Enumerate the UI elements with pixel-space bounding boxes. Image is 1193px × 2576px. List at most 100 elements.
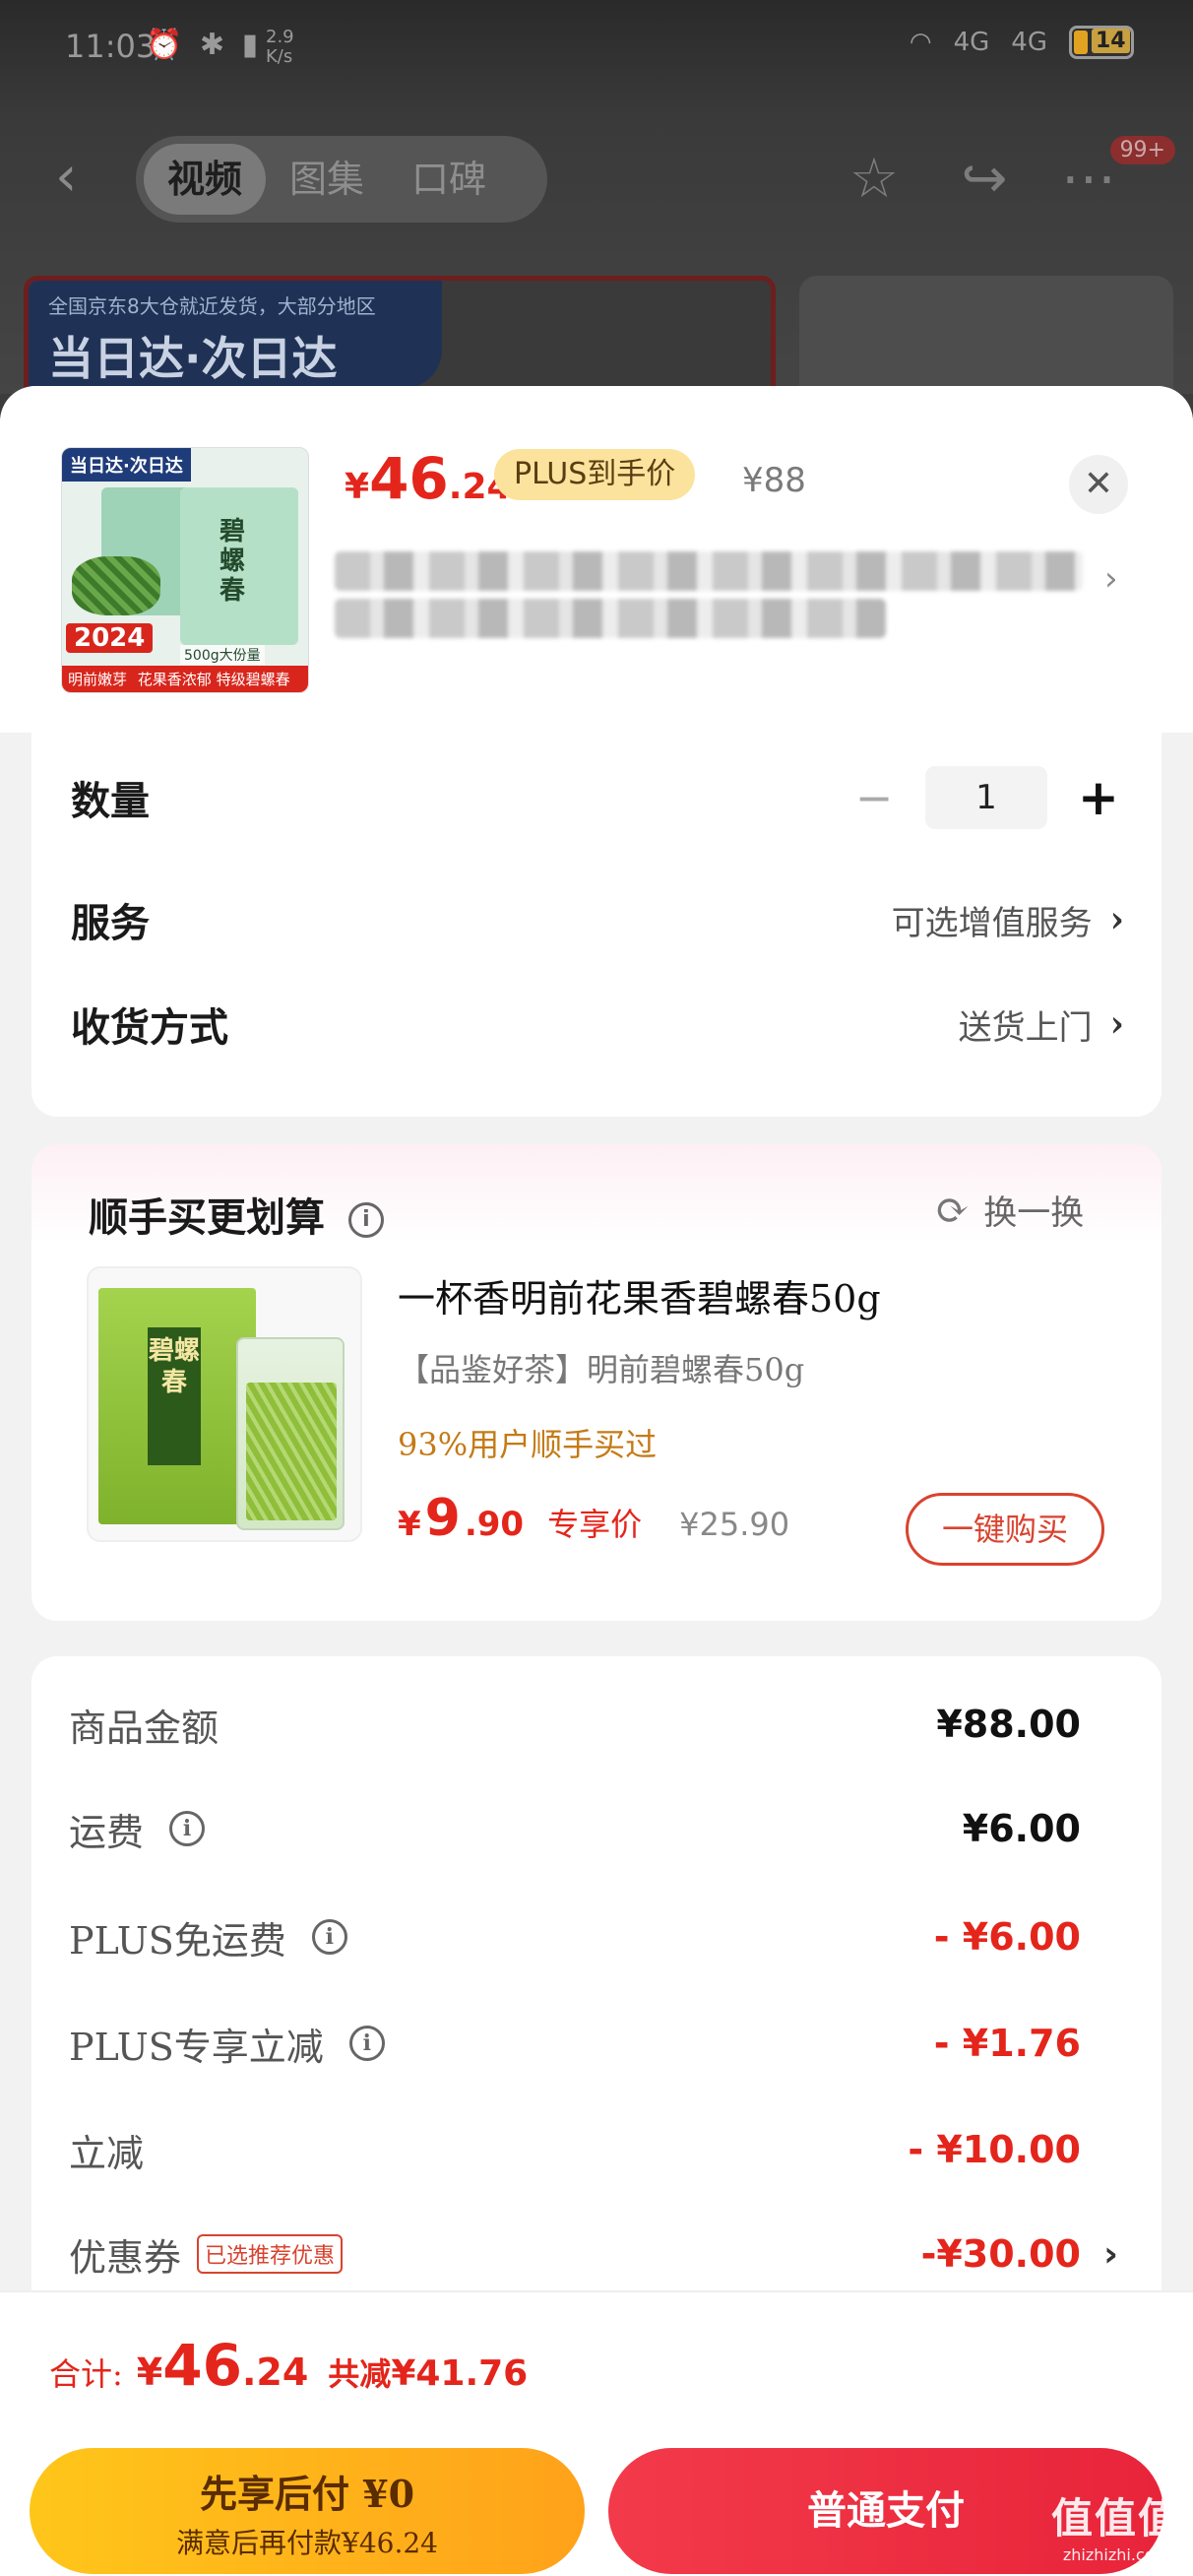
- status-time: 11:03: [65, 28, 157, 65]
- quantity-label: 数量: [71, 778, 150, 824]
- pay-later-main: 先享后付 ¥0: [199, 2472, 415, 2516]
- info-icon[interactable]: i: [311, 1919, 347, 1955]
- cost-label: 运费 i: [69, 1802, 206, 1856]
- cost-breakdown: 商品金额 ¥88.00 运费 i ¥6.00 PLUS免运费 i - ¥6.00 P…: [31, 1656, 1162, 2346]
- delivery-row[interactable]: 收货方式 送货上门 ›: [71, 985, 1124, 1063]
- cost-label: 商品金额: [69, 1706, 220, 1750]
- promo-main: 当日达·次日达: [48, 332, 338, 385]
- purchase-sheet: 当日达·次日达 碧螺春 500g大份量 2024 明前嫩芽 花果香浓郁 特级碧螺…: [0, 386, 1193, 2576]
- wifi-icon: ◠: [909, 28, 932, 57]
- cost-row: PLUS专享立减 i - ¥1.76: [69, 2009, 1122, 2078]
- site-watermark: 值值值 zhizhizhi.com: [1051, 2485, 1181, 2564]
- tea-box-label: 碧螺春: [148, 1327, 201, 1465]
- net-speed: 2.9 K/s: [266, 27, 294, 67]
- quantity-row: 数量 − 1 +: [71, 758, 1124, 837]
- message-badge: 99+: [1109, 136, 1175, 164]
- cost-label: 优惠券 已选推荐优惠: [69, 2227, 344, 2282]
- cost-value: ¥6.00: [962, 1807, 1081, 1850]
- watermark-main: 值值值: [1050, 2494, 1181, 2543]
- refresh-icon: ⟳: [935, 1186, 971, 1234]
- total-label: 合计:: [49, 2355, 123, 2393]
- info-icon[interactable]: i: [347, 1202, 384, 1238]
- cost-row: 立减 - ¥10.00: [69, 2115, 1122, 2184]
- promo-banner: 全国京东8大仓就近发货，大部分地区 当日达·次日达: [24, 276, 776, 404]
- pay-later-sub: 满意后再付款¥46.24: [176, 2527, 438, 2559]
- service-row[interactable]: 服务 可选增值服务 ›: [71, 880, 1124, 959]
- total-currency: ¥: [136, 2351, 163, 2394]
- bundle-price-currency: ¥: [398, 1505, 421, 1544]
- blurred-product-title: [335, 544, 1122, 662]
- product-header: 当日达·次日达 碧螺春 500g大份量 2024 明前嫩芽 花果香浓郁 特级碧螺…: [0, 386, 1193, 733]
- bundle-price-decimal: .90: [464, 1505, 525, 1544]
- tea-box-image: 碧螺春: [98, 1288, 256, 1524]
- media-tabs: 视频 图集 口碑: [136, 136, 547, 223]
- thumb-bottom: 明前嫩芽 花果香浓郁 特级碧螺春: [62, 666, 308, 692]
- savings-amount: ¥41.76: [391, 2353, 529, 2394]
- bundle-product-desc: 【品鉴好茶】明前碧螺春50g: [398, 1351, 805, 1388]
- cost-label: 立减: [69, 2131, 145, 2175]
- close-button[interactable]: ✕: [1069, 455, 1128, 514]
- tab-reviews[interactable]: 口碑: [388, 144, 510, 215]
- star-icon[interactable]: ☆: [843, 148, 906, 211]
- bundle-price: ¥ 9 .90 专享价 ¥25.90: [398, 1489, 789, 1548]
- service-value-wrap: 可选增值服务 ›: [892, 896, 1124, 944]
- coupon-tag: 已选推荐优惠: [197, 2234, 344, 2274]
- watermark-sub: zhizhizhi.com: [1062, 2545, 1170, 2564]
- plus-button[interactable]: +: [1073, 769, 1124, 826]
- cost-row: PLUS免运费 i - ¥6.00: [69, 1902, 1122, 1971]
- service-label: 服务: [71, 900, 150, 946]
- bundle-product-image[interactable]: 碧螺春: [87, 1266, 362, 1542]
- tea-leaves-image: [72, 556, 160, 615]
- minus-button[interactable]: −: [848, 771, 900, 824]
- total-integer: 46: [162, 2332, 242, 2399]
- bundle-price-integer: 9: [424, 1489, 461, 1548]
- tab-gallery[interactable]: 图集: [266, 144, 388, 215]
- quantity-stepper: − 1 +: [848, 766, 1124, 829]
- cost-row: 商品金额 ¥88.00: [69, 1690, 1122, 1759]
- info-icon[interactable]: i: [169, 1811, 206, 1846]
- tab-video[interactable]: 视频: [144, 144, 267, 215]
- chevron-right-icon[interactable]: ›: [1103, 2234, 1118, 2275]
- price-integer: 46: [369, 445, 449, 512]
- cost-value: ¥88.00: [936, 1703, 1081, 1746]
- coupon-row[interactable]: 优惠券 已选推荐优惠 -¥30.00 ›: [69, 2220, 1122, 2288]
- total-bar: 合计: ¥ 46 .24 共减 ¥41.76: [0, 2290, 1193, 2428]
- product-thumbnail[interactable]: 当日达·次日达 碧螺春 500g大份量 2024 明前嫩芽 花果香浓郁 特级碧螺…: [61, 447, 309, 693]
- share-icon[interactable]: ↪: [953, 148, 1016, 211]
- quantity-input[interactable]: 1: [925, 766, 1047, 829]
- bundle-title: 顺手买更划算: [89, 1195, 325, 1241]
- promo-sub: 全国京东8大仓就近发货，大部分地区: [48, 294, 376, 318]
- back-icon[interactable]: ‹: [55, 150, 94, 205]
- pay-later-button[interactable]: 先享后付 ¥0 满意后再付款¥46.24: [30, 2448, 585, 2574]
- plus-price-tag: PLUS到手价: [494, 449, 696, 500]
- savings-label: 共减: [328, 2355, 392, 2393]
- cost-value: - ¥6.00: [933, 1915, 1081, 1959]
- cost-label: PLUS免运费 i: [69, 1910, 347, 1964]
- chevron-right-icon: ›: [1109, 1003, 1124, 1045]
- original-price: ¥88: [742, 461, 806, 500]
- status-icons: ⏰ ✱ ▮: [146, 28, 263, 62]
- info-icon[interactable]: i: [348, 2026, 385, 2061]
- status-bar: 11:03 ⏰ ✱ ▮ 2.9 K/s ◠ 4G 4G 14: [0, 0, 1193, 98]
- signal-label-2: 4G: [1011, 28, 1047, 57]
- product-price: ¥ 46 .24: [345, 445, 512, 514]
- bundle-social-proof: 93%用户顺手买过: [398, 1426, 658, 1463]
- total-decimal: .24: [241, 2351, 309, 2394]
- chevron-right-icon[interactable]: ›: [1104, 559, 1118, 599]
- price-currency: ¥: [345, 467, 370, 507]
- action-bar: 先享后付 ¥0 满意后再付款¥46.24 普通支付 值值值 zhizhizhi.…: [0, 2428, 1193, 2576]
- more-icon[interactable]: ⋯: [1057, 148, 1120, 211]
- bundle-product-name[interactable]: 一杯香明前花果香碧螺春50g: [398, 1268, 881, 1322]
- cost-row: 运费 i ¥6.00: [69, 1794, 1122, 1863]
- cost-value: -¥30.00: [920, 2232, 1081, 2276]
- bundle-original-price: ¥25.90: [679, 1506, 790, 1543]
- product-image-preview: [799, 276, 1173, 404]
- refresh-button[interactable]: ⟳ 换一换: [935, 1186, 1084, 1234]
- delivery-label: 收货方式: [71, 1004, 228, 1051]
- thumb-name: 碧螺春: [220, 517, 246, 606]
- quick-buy-button[interactable]: 一键购买: [906, 1493, 1104, 1566]
- chevron-right-icon: ›: [1109, 899, 1124, 940]
- top-nav: ‹ 视频 图集 口碑 ☆ ↪ ⋯ 99+: [0, 128, 1193, 226]
- delivery-promo: 全国京东8大仓就近发货，大部分地区 当日达·次日达: [29, 281, 442, 389]
- tea-jar-image: [236, 1337, 345, 1530]
